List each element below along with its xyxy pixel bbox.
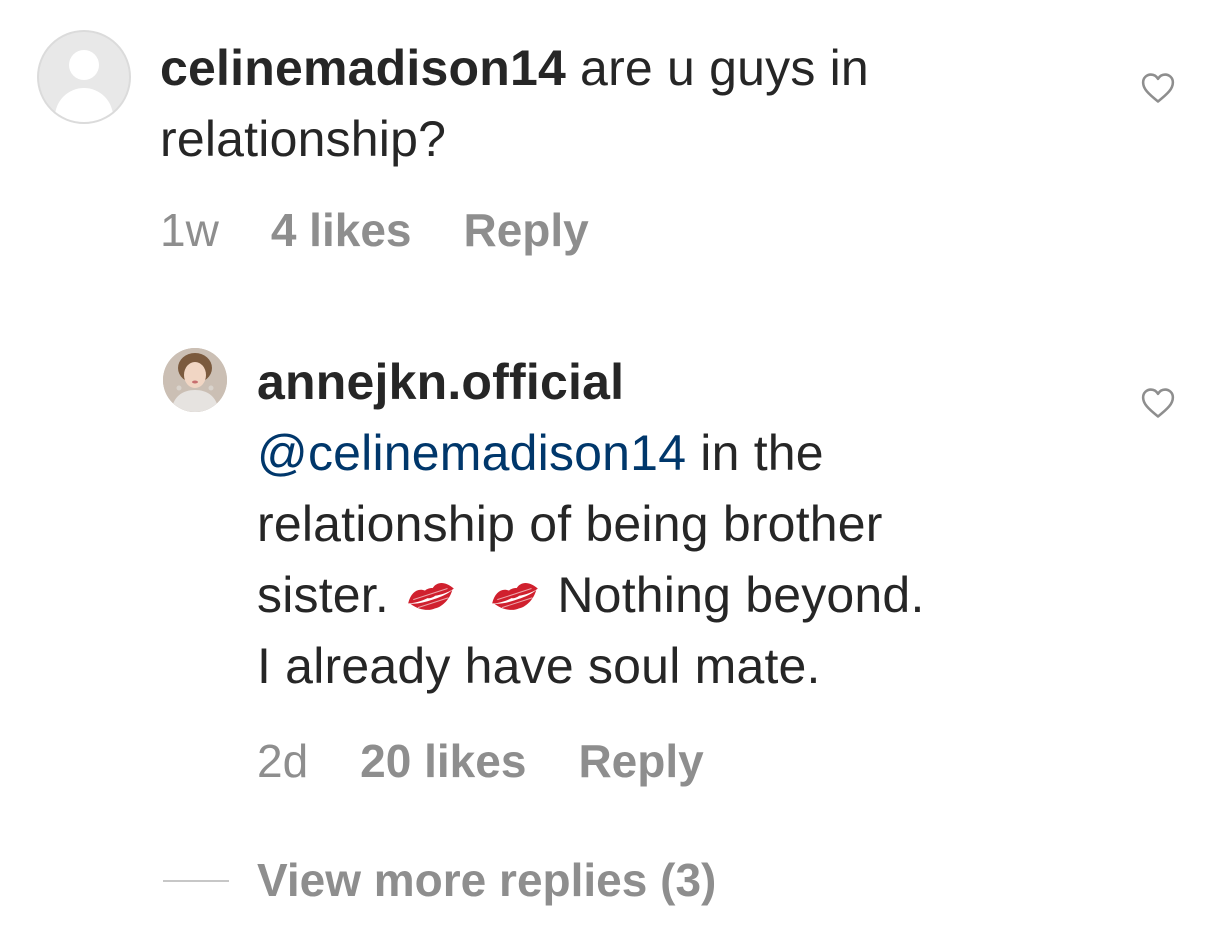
comment-username[interactable]: celinemadison14: [160, 40, 566, 96]
reply-text: annejkn.official @celinemadison14 in the…: [257, 347, 925, 702]
comment-time: 1w: [160, 204, 219, 256]
reply-body-line1: in the: [686, 425, 824, 481]
reply-body-line2: relationship of being brother: [257, 496, 883, 552]
reply-likes[interactable]: 20 likes: [360, 734, 526, 788]
avatar-head-shape: [69, 50, 99, 80]
reply-body-line4: I already have soul mate.: [257, 638, 821, 694]
reply-meta: 2d 20 likes Reply: [257, 731, 704, 791]
profile-photo-image: [163, 348, 227, 412]
view-more-divider: [163, 880, 229, 882]
reply-time: 2d: [257, 735, 309, 787]
comment-body-line2: relationship?: [160, 111, 447, 167]
reply-mention-link[interactable]: @celinemadison14: [257, 425, 686, 481]
avatar[interactable]: [37, 30, 131, 124]
comment-body-line1: are u guys in: [565, 40, 869, 96]
kiss-mark-emoji-icon-2: [492, 582, 539, 610]
reply-reply-button[interactable]: Reply: [578, 734, 703, 788]
avatar-shoulders-shape: [55, 88, 113, 122]
avatar[interactable]: [163, 348, 227, 412]
view-more-replies-button[interactable]: View more replies (3): [257, 850, 716, 910]
reply-body-line3-start: sister.: [257, 567, 404, 623]
comment-likes[interactable]: 4 likes: [271, 203, 412, 257]
kiss-mark-emoji-icon: [408, 582, 454, 610]
comment-meta: 1w 4 likes Reply: [160, 200, 589, 260]
heart-outline-icon[interactable]: [1141, 387, 1175, 419]
comment-text: celinemadison14 are u guys in relationsh…: [160, 33, 869, 175]
reply-username[interactable]: annejkn.official: [257, 354, 624, 410]
comment-reply-button[interactable]: Reply: [464, 203, 589, 257]
heart-outline-icon[interactable]: [1141, 72, 1175, 104]
reply-body-line3-end: Nothing beyond.: [543, 567, 925, 623]
